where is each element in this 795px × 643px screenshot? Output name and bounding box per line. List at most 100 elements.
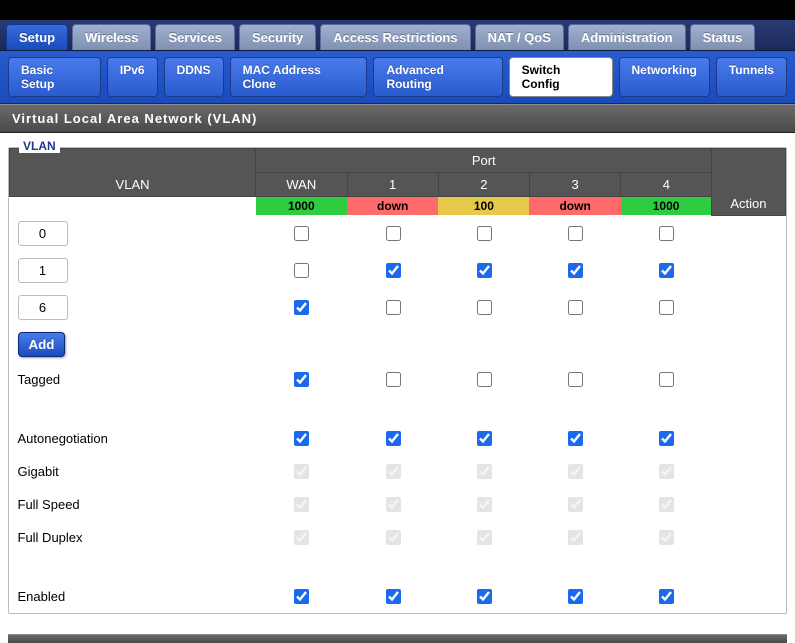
prop-checkbox[interactable] bbox=[659, 372, 674, 387]
prop-checkbox bbox=[294, 530, 309, 545]
vlan-id-input[interactable] bbox=[18, 221, 68, 246]
prop-checkbox[interactable] bbox=[568, 372, 583, 387]
col-action: Action bbox=[712, 149, 785, 216]
prop-checkbox bbox=[477, 497, 492, 512]
prop-row-full-duplex: Full Duplex bbox=[10, 521, 786, 554]
prop-checkbox bbox=[659, 497, 674, 512]
secondary-tab-advanced-routing[interactable]: Advanced Routing bbox=[373, 57, 502, 97]
port-status: 100 bbox=[438, 197, 529, 216]
vlan-port-checkbox[interactable] bbox=[294, 263, 309, 278]
prop-label: Full Duplex bbox=[10, 521, 256, 554]
secondary-tab-networking[interactable]: Networking bbox=[619, 57, 710, 97]
vlan-port-checkbox[interactable] bbox=[386, 300, 401, 315]
prop-label: Tagged bbox=[10, 363, 256, 396]
prop-checkbox bbox=[294, 464, 309, 479]
vlan-port-checkbox[interactable] bbox=[477, 300, 492, 315]
vlan-port-checkbox[interactable] bbox=[294, 300, 309, 315]
prop-checkbox[interactable] bbox=[294, 589, 309, 604]
primary-tab-setup[interactable]: Setup bbox=[6, 24, 68, 50]
col-port-2: 2 bbox=[438, 173, 529, 197]
primary-tab-services[interactable]: Services bbox=[155, 24, 235, 50]
vlan-port-checkbox[interactable] bbox=[386, 226, 401, 241]
col-vlan: VLAN bbox=[10, 149, 256, 197]
prop-checkbox[interactable] bbox=[386, 589, 401, 604]
prop-checkbox bbox=[568, 497, 583, 512]
prop-checkbox[interactable] bbox=[568, 431, 583, 446]
next-section-bar bbox=[8, 634, 787, 643]
primary-tab-access-restrictions[interactable]: Access Restrictions bbox=[320, 24, 470, 50]
vlan-port-checkbox[interactable] bbox=[477, 263, 492, 278]
prop-checkbox[interactable] bbox=[294, 372, 309, 387]
vlan-row bbox=[10, 215, 786, 252]
prop-checkbox bbox=[659, 530, 674, 545]
prop-checkbox bbox=[568, 464, 583, 479]
top-bar bbox=[0, 0, 795, 20]
col-port-1: 1 bbox=[347, 173, 438, 197]
prop-checkbox[interactable] bbox=[477, 589, 492, 604]
vlan-port-checkbox[interactable] bbox=[386, 263, 401, 278]
prop-checkbox bbox=[386, 530, 401, 545]
prop-checkbox[interactable] bbox=[659, 589, 674, 604]
prop-label: Gigabit bbox=[10, 455, 256, 488]
secondary-tab-basic-setup[interactable]: Basic Setup bbox=[8, 57, 101, 97]
prop-checkbox bbox=[294, 497, 309, 512]
primary-tab-security[interactable]: Security bbox=[239, 24, 316, 50]
vlan-row bbox=[10, 289, 786, 326]
add-button[interactable]: Add bbox=[18, 332, 66, 357]
col-port-4: 4 bbox=[621, 173, 712, 197]
secondary-tab-ipv6[interactable]: IPv6 bbox=[107, 57, 158, 97]
secondary-tab-ddns[interactable]: DDNS bbox=[164, 57, 224, 97]
port-status: 1000 bbox=[621, 197, 712, 216]
vlan-port-checkbox[interactable] bbox=[568, 263, 583, 278]
vlan-fieldset: VLAN VLAN Port Action WAN1234 1000down10… bbox=[8, 147, 787, 614]
vlan-port-checkbox[interactable] bbox=[659, 300, 674, 315]
prop-row-autonegotiation: Autonegotiation bbox=[10, 422, 786, 455]
prop-checkbox bbox=[477, 530, 492, 545]
secondary-tab-bar: Basic SetupIPv6DDNSMAC Address CloneAdva… bbox=[0, 51, 795, 104]
prop-checkbox[interactable] bbox=[659, 431, 674, 446]
primary-tab-nat-qos[interactable]: NAT / QoS bbox=[475, 24, 564, 50]
prop-checkbox[interactable] bbox=[294, 431, 309, 446]
prop-checkbox bbox=[477, 464, 492, 479]
port-status: down bbox=[347, 197, 438, 216]
prop-label: Full Speed bbox=[10, 488, 256, 521]
vlan-port-checkbox[interactable] bbox=[659, 263, 674, 278]
prop-checkbox bbox=[386, 497, 401, 512]
vlan-port-checkbox[interactable] bbox=[294, 226, 309, 241]
prop-checkbox[interactable] bbox=[386, 431, 401, 446]
prop-row-enabled: Enabled bbox=[10, 580, 786, 613]
primary-tab-wireless[interactable]: Wireless bbox=[72, 24, 151, 50]
fieldset-legend: VLAN bbox=[19, 139, 60, 153]
primary-tab-status[interactable]: Status bbox=[690, 24, 756, 50]
prop-row-full-speed: Full Speed bbox=[10, 488, 786, 521]
section-header: Virtual Local Area Network (VLAN) bbox=[0, 104, 795, 133]
prop-checkbox[interactable] bbox=[386, 372, 401, 387]
col-port-group: Port bbox=[256, 149, 712, 173]
secondary-tab-switch-config[interactable]: Switch Config bbox=[509, 57, 613, 97]
prop-row-gigabit: Gigabit bbox=[10, 455, 786, 488]
prop-label: Autonegotiation bbox=[10, 422, 256, 455]
port-status: down bbox=[529, 197, 620, 216]
vlan-port-checkbox[interactable] bbox=[659, 226, 674, 241]
prop-checkbox[interactable] bbox=[568, 589, 583, 604]
secondary-tab-tunnels[interactable]: Tunnels bbox=[716, 57, 787, 97]
prop-checkbox[interactable] bbox=[477, 372, 492, 387]
col-port-wan: WAN bbox=[256, 173, 347, 197]
vlan-port-checkbox[interactable] bbox=[477, 226, 492, 241]
vlan-port-checkbox[interactable] bbox=[568, 300, 583, 315]
vlan-row bbox=[10, 252, 786, 289]
port-status: 1000 bbox=[256, 197, 347, 216]
vlan-port-checkbox[interactable] bbox=[568, 226, 583, 241]
prop-row-tagged: Tagged bbox=[10, 363, 786, 396]
secondary-tab-mac-address-clone[interactable]: MAC Address Clone bbox=[230, 57, 368, 97]
vlan-table: VLAN Port Action WAN1234 1000down100down… bbox=[9, 148, 786, 613]
vlan-id-input[interactable] bbox=[18, 258, 68, 283]
primary-tab-bar: SetupWirelessServicesSecurityAccess Rest… bbox=[0, 20, 795, 51]
prop-checkbox bbox=[568, 530, 583, 545]
prop-checkbox[interactable] bbox=[477, 431, 492, 446]
vlan-id-input[interactable] bbox=[18, 295, 68, 320]
primary-tab-administration[interactable]: Administration bbox=[568, 24, 686, 50]
prop-checkbox bbox=[659, 464, 674, 479]
col-port-3: 3 bbox=[529, 173, 620, 197]
prop-label: Enabled bbox=[10, 580, 256, 613]
